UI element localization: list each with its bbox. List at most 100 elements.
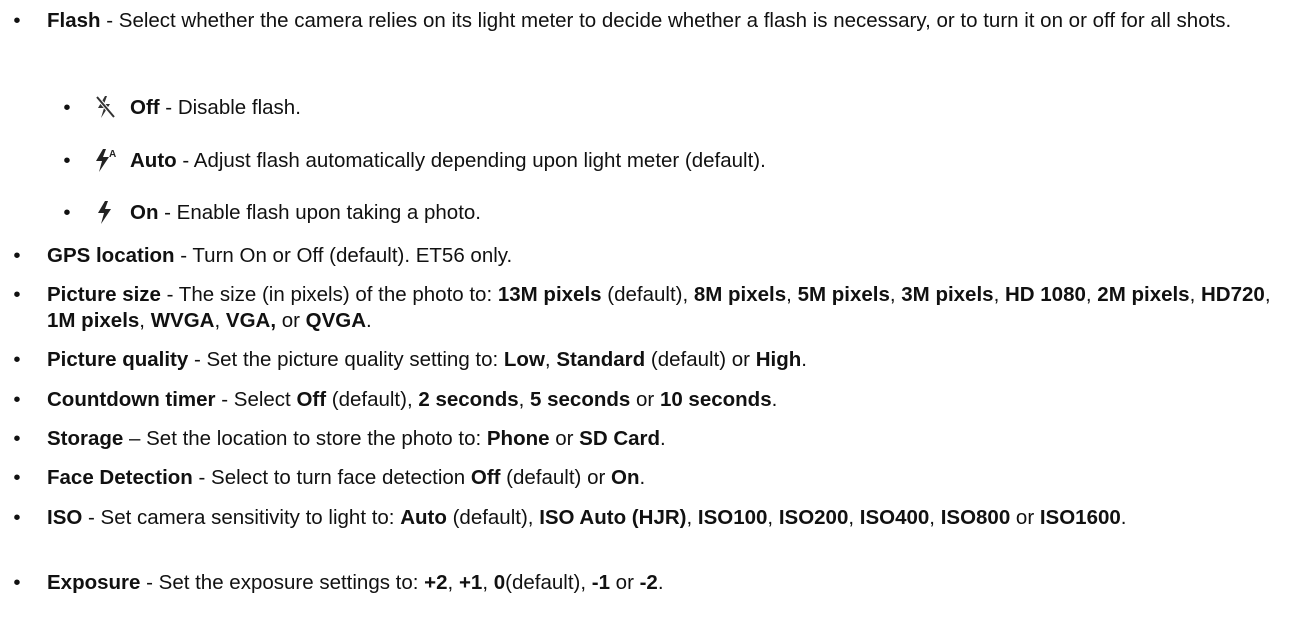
bold-term: Off bbox=[470, 466, 501, 489]
bold-term: 2M pixels bbox=[1097, 283, 1190, 306]
item-text: Storage – Set the location to store the … bbox=[47, 426, 1292, 452]
description-text: or bbox=[609, 571, 640, 594]
item-text: Picture quality - Set the picture qualit… bbox=[47, 347, 1292, 373]
bold-term: ISO Auto (HJR) bbox=[539, 506, 687, 529]
bold-term: On bbox=[611, 466, 640, 489]
description-text: (default) or bbox=[500, 466, 612, 489]
bold-term: 1M pixels bbox=[47, 309, 140, 332]
item-text: Flash - Select whether the camera relies… bbox=[47, 8, 1292, 34]
description-text: - Set the picture quality setting to: bbox=[188, 348, 504, 371]
description-text: - The size (in pixels) of the photo to: bbox=[160, 283, 498, 306]
description-text: , bbox=[214, 309, 226, 332]
description-text: . bbox=[771, 388, 778, 411]
item-text: Exposure - Set the exposure settings to:… bbox=[47, 570, 1292, 596]
bold-term: ISO100 bbox=[697, 506, 768, 529]
bold-term: Picture size bbox=[47, 283, 161, 306]
bullet: • bbox=[63, 201, 71, 224]
bullet: • bbox=[63, 96, 71, 119]
description-text: , bbox=[544, 348, 557, 371]
bold-term: VGA, bbox=[225, 309, 277, 332]
description-text: (default), bbox=[601, 283, 694, 306]
bullet: • bbox=[13, 9, 21, 32]
description-text: , bbox=[1189, 283, 1201, 306]
bold-term: Low bbox=[503, 348, 545, 371]
description-text: . bbox=[801, 348, 807, 371]
bold-term: On bbox=[130, 201, 159, 224]
description-text: - Select whether the camera relies on it… bbox=[100, 9, 1232, 32]
bold-term: -2 bbox=[639, 571, 658, 594]
description-text: , bbox=[889, 283, 902, 306]
bold-term: ISO400 bbox=[859, 506, 930, 529]
description-text: – Set the location to store the photo to… bbox=[123, 427, 487, 450]
bold-term: 10 seconds bbox=[659, 388, 772, 411]
bullet: • bbox=[13, 571, 21, 594]
bold-term: ISO800 bbox=[940, 506, 1011, 529]
description-text: , bbox=[482, 571, 494, 594]
bold-term: Flash bbox=[47, 9, 101, 32]
description-text: - Adjust flash automatically depending u… bbox=[176, 149, 766, 172]
description-text: , bbox=[848, 506, 860, 529]
description-text: , bbox=[993, 283, 1005, 306]
bold-term: QVGA bbox=[305, 309, 367, 332]
bold-term: +2 bbox=[424, 571, 448, 594]
item-text: Face Detection - Select to turn face det… bbox=[47, 465, 1292, 491]
bold-term: 5 seconds bbox=[530, 388, 631, 411]
description-text: or bbox=[276, 309, 306, 332]
bold-term: High bbox=[755, 348, 802, 371]
description-text: . bbox=[639, 466, 646, 489]
item-text: GPS location - Turn On or Off (default).… bbox=[47, 243, 1292, 269]
item-text: Auto - Adjust flash automatically depend… bbox=[130, 148, 1290, 174]
description-text: - Select bbox=[215, 388, 297, 411]
bold-term: Exposure bbox=[47, 571, 141, 594]
description-text: or bbox=[549, 427, 580, 450]
description-text: - Select to turn face detection bbox=[192, 466, 471, 489]
bold-term: Storage bbox=[47, 427, 124, 450]
bullet: • bbox=[13, 466, 21, 489]
bold-term: +1 bbox=[458, 571, 483, 594]
description-text: . bbox=[366, 309, 372, 332]
description-text: (default) or bbox=[645, 348, 756, 371]
bold-term: 2 seconds bbox=[418, 388, 519, 411]
bold-term: -1 bbox=[591, 571, 610, 594]
description-text: - Turn On or Off (default). ET56 only. bbox=[174, 244, 513, 267]
flash-auto-icon: A bbox=[90, 146, 120, 174]
description-text: , bbox=[1085, 283, 1098, 306]
description-text: , bbox=[767, 506, 779, 529]
description-text: , bbox=[1264, 283, 1271, 306]
bold-term: Countdown timer bbox=[47, 388, 216, 411]
description-text: or bbox=[1010, 506, 1040, 529]
description-text: , bbox=[686, 506, 698, 529]
auto-letter: A bbox=[109, 149, 116, 160]
bullet: • bbox=[63, 149, 71, 172]
description-text: (default), bbox=[446, 506, 540, 529]
description-text: . bbox=[657, 571, 664, 594]
description-text: , bbox=[139, 309, 151, 332]
description-text: - Disable flash. bbox=[159, 96, 301, 119]
description-text: , bbox=[786, 283, 798, 306]
bold-term: ISO1600 bbox=[1039, 506, 1121, 529]
bold-term: Off bbox=[130, 96, 160, 119]
item-text: ISO - Set camera sensitivity to light to… bbox=[47, 505, 1292, 531]
bold-term: Auto bbox=[400, 506, 447, 529]
bold-term: SD Card bbox=[579, 427, 661, 450]
item-text: Off - Disable flash. bbox=[130, 95, 1290, 121]
bold-term: Face Detection bbox=[47, 466, 193, 489]
bold-term: Picture quality bbox=[47, 348, 189, 371]
bullet: • bbox=[13, 506, 21, 529]
bold-term: HD720 bbox=[1201, 283, 1265, 306]
bold-term: Phone bbox=[486, 427, 550, 450]
description-text: or bbox=[630, 388, 660, 411]
bold-term: 13M pixels bbox=[497, 283, 602, 306]
bold-term: GPS location bbox=[47, 244, 175, 267]
bold-term: Auto bbox=[130, 149, 177, 172]
bullet: • bbox=[13, 427, 21, 450]
description-text: (default), bbox=[326, 388, 419, 411]
description-text: , bbox=[929, 506, 941, 529]
description-text: - Set camera sensitivity to light to: bbox=[82, 506, 401, 529]
item-text: Countdown timer - Select Off (default), … bbox=[47, 387, 1292, 413]
bold-term: 3M pixels bbox=[901, 283, 994, 306]
bold-term: 5M pixels bbox=[797, 283, 890, 306]
description-text: , bbox=[518, 388, 531, 411]
bold-term: Standard bbox=[556, 348, 646, 371]
item-text: Picture size - The size (in pixels) of t… bbox=[47, 282, 1292, 334]
